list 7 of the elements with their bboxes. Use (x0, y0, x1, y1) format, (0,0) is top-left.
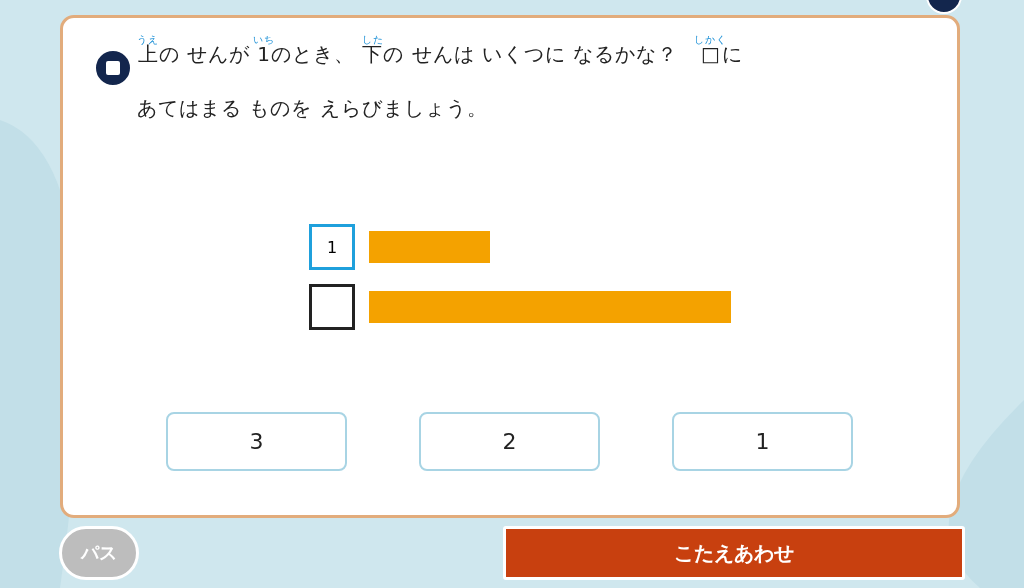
answer-choice-button[interactable]: 1 (672, 412, 853, 471)
number-box: 1 (309, 224, 355, 270)
question-text: あてはまる ものを えらびましょう。 (137, 95, 489, 122)
question-text: 上 うえ の せんが 1 いち のとき、 下 した の せんは いくつに なるかな？ □ しかく に (137, 34, 744, 68)
check-answer-button[interactable]: こたえあわせ (503, 526, 965, 580)
answer-choice-button[interactable]: 3 (166, 412, 347, 471)
answer-choice-button[interactable]: 2 (419, 412, 600, 471)
